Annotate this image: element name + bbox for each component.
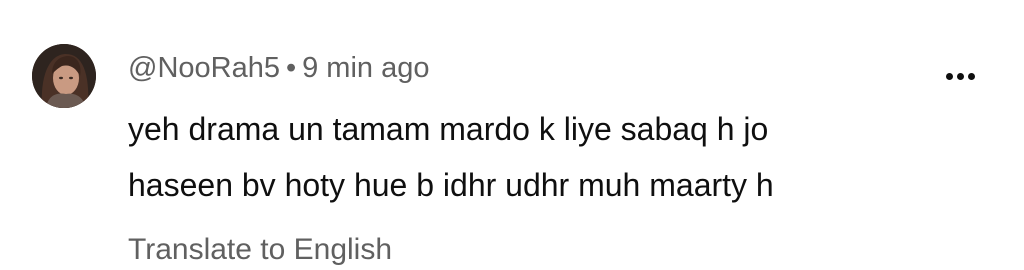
- comment-header: @NooRah5 • 9 min ago: [128, 50, 429, 86]
- dot-shape: [967, 72, 975, 80]
- comment-text-line: yeh drama un tamam mardo k liye sabaq h …: [128, 111, 769, 147]
- meta-separator: •: [285, 52, 297, 84]
- avatar-image: [32, 44, 96, 108]
- dot-shape: [945, 72, 953, 80]
- comment-item: @NooRah5 • 9 min ago yeh drama un tamam ma…: [0, 0, 1024, 266]
- comment-text-line: haseen bv hoty hue b idhr udhr muh maart…: [128, 167, 774, 203]
- avatar[interactable]: [32, 44, 96, 108]
- dot-shape: [956, 72, 964, 80]
- comment-text: yeh drama un tamam mardo k liye sabaq h …: [128, 101, 948, 213]
- translate-link[interactable]: Translate to English: [128, 230, 392, 270]
- comment-timestamp[interactable]: 9 min ago: [302, 52, 429, 84]
- more-vertical-icon[interactable]: [938, 60, 982, 92]
- author-name[interactable]: @NooRah5: [128, 52, 280, 84]
